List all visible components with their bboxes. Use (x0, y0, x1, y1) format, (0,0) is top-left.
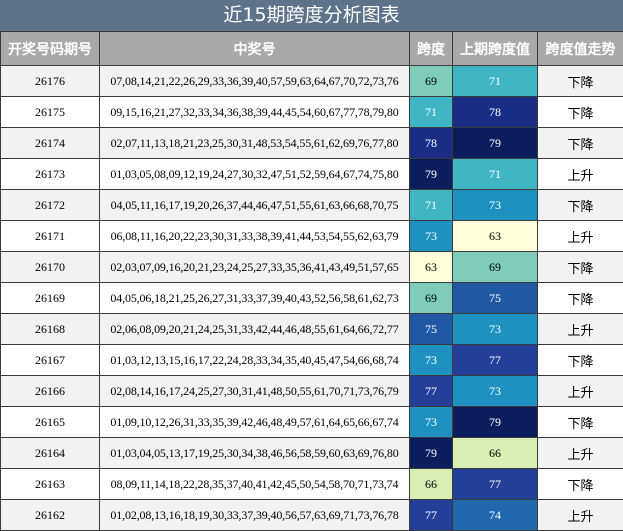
prev-span-cell: 63 (453, 221, 538, 252)
trend-cell: 上升 (538, 159, 623, 190)
winning-numbers-cell: 02,07,11,13,18,21,23,25,30,31,48,53,54,5… (100, 128, 410, 159)
span-cell: 75 (410, 314, 453, 345)
table-row: 2617509,15,16,21,27,32,33,34,36,38,39,44… (1, 97, 623, 128)
period-cell: 26172 (1, 190, 100, 221)
winning-numbers-cell: 06,08,11,16,20,22,23,30,31,33,38,39,41,4… (100, 221, 410, 252)
winning-numbers-cell: 02,06,08,09,20,21,24,25,31,33,42,44,46,4… (100, 314, 410, 345)
prev-span-cell: 71 (453, 66, 538, 97)
period-cell: 26170 (1, 252, 100, 283)
span-cell: 78 (410, 128, 453, 159)
table-row: 2617607,08,14,21,22,26,29,33,36,39,40,57… (1, 66, 623, 97)
header-row: 开奖号码期号 中奖号 跨度 上期跨度值 跨度值走势 (1, 32, 623, 66)
trend-cell: 下降 (538, 407, 623, 438)
table-row: 2616201,02,08,13,16,18,19,30,33,37,39,40… (1, 500, 623, 531)
trend-cell: 上升 (538, 500, 623, 531)
span-analysis-page: 近15期跨度分析图表 开奖号码期号 中奖号 跨度 上期跨度值 跨度值走势 261… (0, 0, 623, 530)
trend-cell: 下降 (538, 190, 623, 221)
header-trend: 跨度值走势 (538, 32, 623, 66)
prev-span-cell: 66 (453, 438, 538, 469)
winning-numbers-cell: 01,03,04,05,13,17,19,25,30,34,38,46,56,5… (100, 438, 410, 469)
table-row: 2617204,05,11,16,17,19,20,26,37,44,46,47… (1, 190, 623, 221)
span-cell: 73 (410, 345, 453, 376)
prev-span-cell: 78 (453, 97, 538, 128)
period-cell: 26163 (1, 469, 100, 500)
period-cell: 26171 (1, 221, 100, 252)
trend-cell: 下降 (538, 97, 623, 128)
span-table: 开奖号码期号 中奖号 跨度 上期跨度值 跨度值走势 2617607,08,14,… (0, 31, 623, 531)
prev-span-cell: 79 (453, 407, 538, 438)
table-row: 2617002,03,07,09,16,20,21,23,24,25,27,33… (1, 252, 623, 283)
table-row: 2616802,06,08,09,20,21,24,25,31,33,42,44… (1, 314, 623, 345)
trend-cell: 下降 (538, 283, 623, 314)
winning-numbers-cell: 04,05,06,18,21,25,26,27,31,33,37,39,40,4… (100, 283, 410, 314)
prev-span-cell: 73 (453, 190, 538, 221)
span-cell: 66 (410, 469, 453, 500)
prev-span-cell: 74 (453, 500, 538, 531)
table-row: 2616401,03,04,05,13,17,19,25,30,34,38,46… (1, 438, 623, 469)
period-cell: 26173 (1, 159, 100, 190)
period-cell: 26162 (1, 500, 100, 531)
table-row: 2617301,03,05,08,09,12,19,24,27,30,32,47… (1, 159, 623, 190)
winning-numbers-cell: 01,03,12,13,15,16,17,22,24,28,33,34,35,4… (100, 345, 410, 376)
winning-numbers-cell: 02,08,14,16,17,24,25,27,30,31,41,48,50,5… (100, 376, 410, 407)
span-cell: 79 (410, 438, 453, 469)
page-title: 近15期跨度分析图表 (0, 0, 623, 31)
header-period: 开奖号码期号 (1, 32, 100, 66)
winning-numbers-cell: 09,15,16,21,27,32,33,34,36,38,39,44,45,5… (100, 97, 410, 128)
table-row: 2617402,07,11,13,18,21,23,25,30,31,48,53… (1, 128, 623, 159)
period-cell: 26169 (1, 283, 100, 314)
winning-numbers-cell: 04,05,11,16,17,19,20,26,37,44,46,47,51,5… (100, 190, 410, 221)
span-cell: 71 (410, 190, 453, 221)
prev-span-cell: 69 (453, 252, 538, 283)
prev-span-cell: 73 (453, 314, 538, 345)
table-row: 2616904,05,06,18,21,25,26,27,31,33,37,39… (1, 283, 623, 314)
prev-span-cell: 75 (453, 283, 538, 314)
trend-cell: 下降 (538, 252, 623, 283)
span-cell: 69 (410, 283, 453, 314)
prev-span-cell: 73 (453, 376, 538, 407)
period-cell: 26167 (1, 345, 100, 376)
winning-numbers-cell: 01,02,08,13,16,18,19,30,33,37,39,40,56,5… (100, 500, 410, 531)
prev-span-cell: 77 (453, 469, 538, 500)
table-row: 2617106,08,11,16,20,22,23,30,31,33,38,39… (1, 221, 623, 252)
table-row: 2616501,09,10,12,26,31,33,35,39,42,46,48… (1, 407, 623, 438)
span-cell: 63 (410, 252, 453, 283)
header-span: 跨度 (410, 32, 453, 66)
winning-numbers-cell: 08,09,11,14,18,22,28,35,37,40,41,42,45,5… (100, 469, 410, 500)
table-row: 2616701,03,12,13,15,16,17,22,24,28,33,34… (1, 345, 623, 376)
trend-cell: 下降 (538, 66, 623, 97)
winning-numbers-cell: 01,09,10,12,26,31,33,35,39,42,46,48,49,5… (100, 407, 410, 438)
span-cell: 79 (410, 159, 453, 190)
trend-cell: 下降 (538, 469, 623, 500)
table-row: 2616308,09,11,14,18,22,28,35,37,40,41,42… (1, 469, 623, 500)
period-cell: 26174 (1, 128, 100, 159)
header-prev-span: 上期跨度值 (453, 32, 538, 66)
trend-cell: 下降 (538, 128, 623, 159)
span-cell: 73 (410, 221, 453, 252)
winning-numbers-cell: 02,03,07,09,16,20,21,23,24,25,27,33,35,3… (100, 252, 410, 283)
span-cell: 69 (410, 66, 453, 97)
header-numbers: 中奖号 (100, 32, 410, 66)
trend-cell: 上升 (538, 438, 623, 469)
trend-cell: 上升 (538, 221, 623, 252)
span-cell: 73 (410, 407, 453, 438)
prev-span-cell: 71 (453, 159, 538, 190)
winning-numbers-cell: 07,08,14,21,22,26,29,33,36,39,40,57,59,6… (100, 66, 410, 97)
trend-cell: 上升 (538, 376, 623, 407)
period-cell: 26176 (1, 66, 100, 97)
period-cell: 26166 (1, 376, 100, 407)
period-cell: 26165 (1, 407, 100, 438)
period-cell: 26168 (1, 314, 100, 345)
prev-span-cell: 77 (453, 345, 538, 376)
span-cell: 77 (410, 376, 453, 407)
table-row: 2616602,08,14,16,17,24,25,27,30,31,41,48… (1, 376, 623, 407)
period-cell: 26175 (1, 97, 100, 128)
winning-numbers-cell: 01,03,05,08,09,12,19,24,27,30,32,47,51,5… (100, 159, 410, 190)
trend-cell: 上升 (538, 314, 623, 345)
span-cell: 71 (410, 97, 453, 128)
prev-span-cell: 79 (453, 128, 538, 159)
period-cell: 26164 (1, 438, 100, 469)
span-cell: 77 (410, 500, 453, 531)
trend-cell: 下降 (538, 345, 623, 376)
